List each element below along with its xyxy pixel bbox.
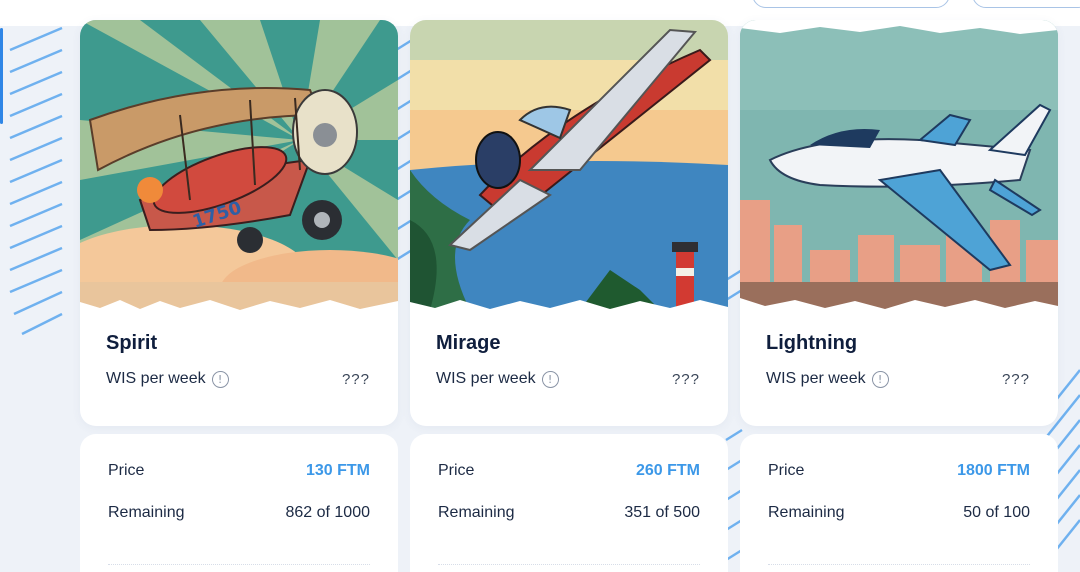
remaining-label: Remaining [438,504,515,521]
mirage-artwork [410,20,728,310]
price-label: Price [438,462,475,479]
wis-label: WIS per week [106,370,206,387]
info-icon[interactable]: ! [211,370,229,388]
spirit-artwork: 1750 [80,20,398,310]
wis-row: WIS per week ! ??? [766,370,1030,388]
nft-card-mirage[interactable]: Mirage WIS per week ! ??? [410,20,728,426]
remaining-label: Remaining [768,504,845,521]
price-value: 130 FTM [305,462,370,479]
remaining-label: Remaining [108,504,185,521]
wis-label: WIS per week [766,370,866,387]
scroll-indicator [0,28,3,124]
price-card-lightning: Price 1800 FTM Remaining 50 of 100 [740,434,1058,572]
remaining-value: 50 of 100 [963,504,1030,521]
info-icon[interactable]: ! [871,370,889,388]
divider [768,564,1030,565]
divider [108,564,370,565]
nft-card-spirit[interactable]: 1750 Spirit WIS per week ! ??? [80,20,398,426]
nft-name: Lightning [766,332,858,354]
wis-value: ??? [1001,370,1030,388]
remaining-value: 351 of 500 [624,504,700,521]
lightning-artwork [740,20,1058,310]
wis-row: WIS per week ! ??? [106,370,370,388]
price-value: 260 FTM [635,462,700,479]
price-label: Price [768,462,805,479]
wis-value: ??? [341,370,370,388]
nft-card-lightning[interactable]: Lightning WIS per week ! ??? [740,20,1058,426]
remaining-value: 862 of 1000 [285,504,370,521]
wis-value: ??? [671,370,700,388]
top-pill-button[interactable] [752,0,950,8]
top-pill-button[interactable] [972,0,1080,8]
price-label: Price [108,462,145,479]
nft-name: Spirit [106,332,158,354]
wis-label: WIS per week [436,370,536,387]
info-icon[interactable]: ! [541,370,559,388]
price-card-mirage: Price 260 FTM Remaining 351 of 500 [410,434,728,572]
nft-name: Mirage [436,332,501,354]
divider [438,564,700,565]
wis-row: WIS per week ! ??? [436,370,700,388]
price-value: 1800 FTM [957,462,1030,479]
price-card-spirit: Price 130 FTM Remaining 862 of 1000 [80,434,398,572]
